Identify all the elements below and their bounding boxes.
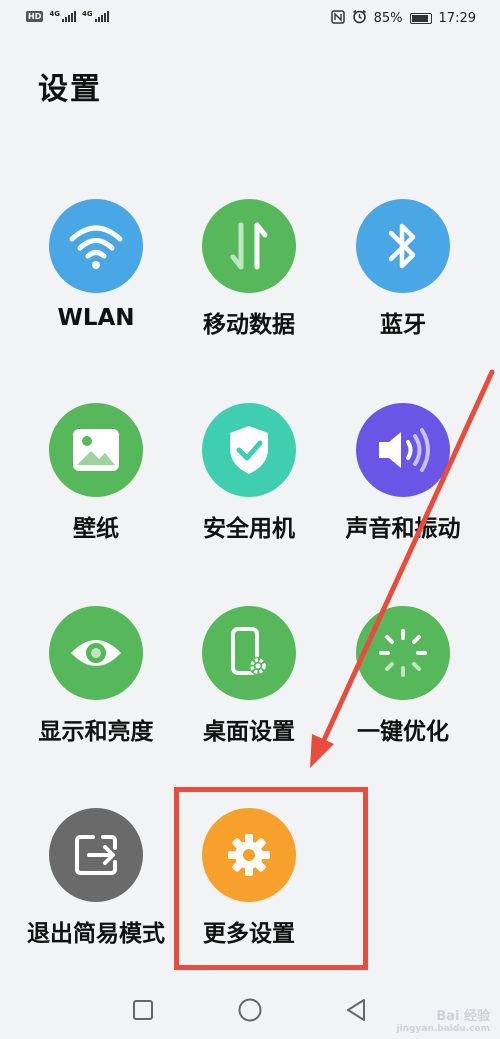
back-button[interactable] — [336, 990, 376, 1030]
recents-button[interactable] — [123, 990, 163, 1030]
watermark: Bai 经验 jingyan.baidu.com — [396, 1009, 490, 1035]
watermark-title: Bai 经验 — [436, 1008, 490, 1024]
arrow-annotation — [310, 369, 495, 768]
watermark-url: jingyan.baidu.com — [396, 1024, 490, 1035]
home-button[interactable] — [230, 990, 270, 1030]
